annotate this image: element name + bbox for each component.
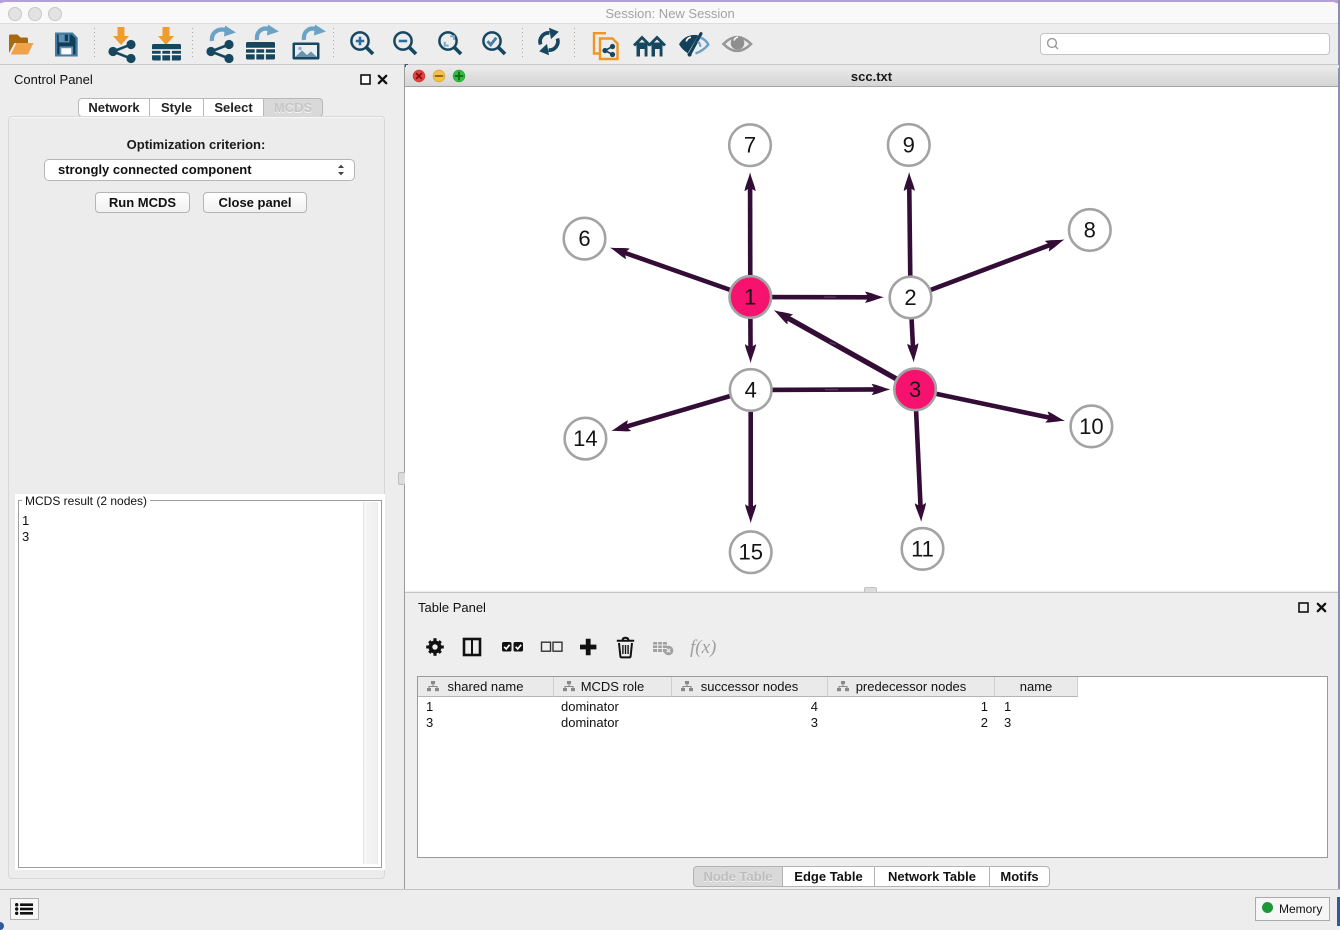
svg-text:10: 10 (1079, 414, 1103, 439)
svg-text:1: 1 (744, 285, 756, 310)
svg-text:7: 7 (744, 133, 756, 158)
svg-text:3: 3 (909, 377, 921, 402)
svg-text:14: 14 (573, 426, 597, 451)
svg-text:11: 11 (911, 536, 934, 561)
svg-text:f(x): f(x) (690, 637, 716, 658)
svg-text:8: 8 (1084, 218, 1096, 243)
svg-text:9: 9 (903, 133, 915, 158)
svg-text:15: 15 (738, 540, 762, 565)
svg-text:6: 6 (578, 226, 590, 251)
svg-text:2: 2 (904, 285, 916, 310)
svg-text:4: 4 (745, 378, 757, 403)
